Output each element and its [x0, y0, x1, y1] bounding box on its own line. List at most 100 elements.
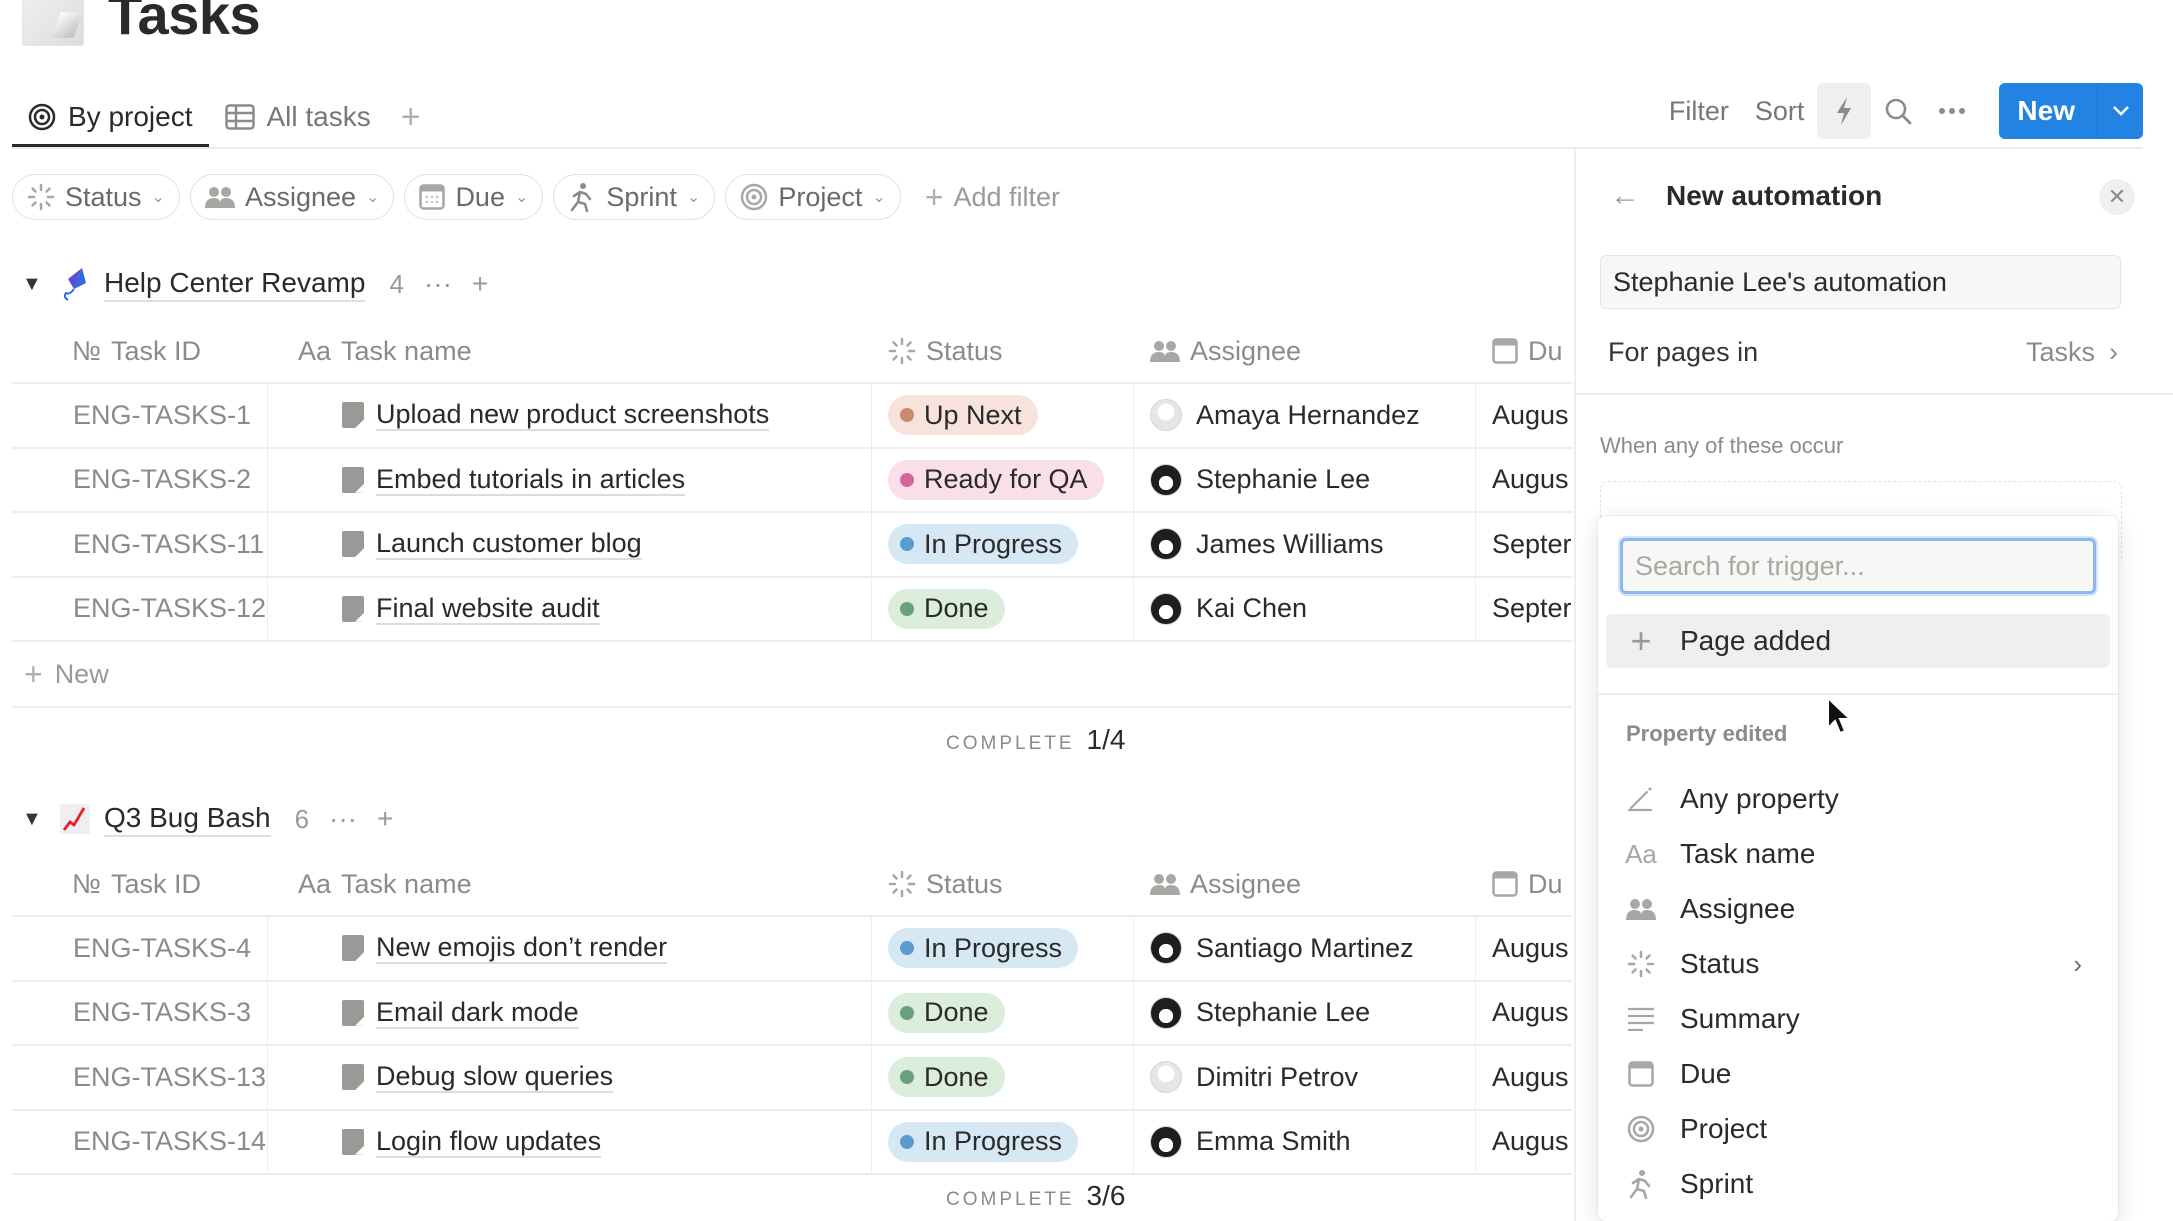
filter-chip-due[interactable]: Due ⌄ — [404, 174, 544, 220]
task-name-cell[interactable]: Final website audit — [268, 577, 872, 640]
filter-chip-project[interactable]: Project ⌄ — [725, 174, 901, 220]
assignee-cell[interactable]: Dimitri Petrov — [1134, 1046, 1476, 1109]
table-row[interactable]: ENG-TASKS-1 Upload new product screenshot… — [12, 384, 1572, 449]
task-name-cell[interactable]: Login flow updates — [268, 1110, 872, 1173]
task-name-link[interactable]: New emojis don’t render — [376, 932, 668, 965]
due-cell[interactable]: Augus — [1476, 384, 1572, 447]
task-name-link[interactable]: Email dark mode — [376, 997, 579, 1029]
sort-button[interactable]: Sort — [1742, 96, 1818, 127]
new-button-label[interactable]: New — [1999, 83, 2097, 139]
column-header-status[interactable]: Status — [872, 336, 1134, 367]
assignee-cell[interactable]: Stephanie Lee — [1134, 981, 1476, 1044]
due-cell[interactable]: Septer — [1476, 513, 1572, 576]
status-cell[interactable]: Done — [872, 577, 1134, 640]
add-filter-button[interactable]: + Add filter — [911, 179, 1060, 216]
assignee-cell[interactable]: Amaya Hernandez — [1134, 384, 1476, 447]
column-header-due[interactable]: Du — [1476, 869, 1572, 900]
menu-item-status[interactable]: Status › — [1606, 937, 2110, 991]
menu-item-summary[interactable]: Summary — [1606, 992, 2110, 1046]
due-cell[interactable]: Augus — [1476, 449, 1572, 512]
task-name-link[interactable]: Launch customer blog — [376, 528, 642, 561]
status-cell[interactable]: In Progress — [872, 917, 1134, 980]
task-name-cell[interactable]: Upload new product screenshots — [268, 384, 872, 447]
due-cell[interactable]: Augus — [1476, 982, 1572, 1045]
column-header-assignee[interactable]: Assignee — [1134, 869, 1476, 900]
task-name-cell[interactable]: Debug slow queries — [268, 1046, 872, 1109]
group-title[interactable]: Q3 Bug Bash — [104, 801, 271, 837]
filter-chip-assignee[interactable]: Assignee ⌄ — [189, 174, 395, 220]
column-header-task-name[interactable]: Aa Task name — [268, 869, 872, 900]
menu-item-any-property[interactable]: Any property — [1606, 772, 2110, 826]
table-row[interactable]: ENG-TASKS-12 Final website audit Done Kai C… — [12, 577, 1572, 642]
assignee-cell[interactable]: Stephanie Lee — [1134, 448, 1476, 511]
menu-item-project[interactable]: Project — [1606, 1102, 2110, 1156]
automation-button[interactable] — [1817, 83, 1872, 139]
status-cell[interactable]: Ready for QA — [872, 448, 1134, 511]
column-header-status[interactable]: Status — [872, 869, 1134, 900]
column-header-due[interactable]: Du — [1476, 336, 1572, 367]
collapse-toggle[interactable]: ▼ — [22, 808, 46, 831]
page-icon[interactable] — [22, 0, 84, 46]
table-row[interactable]: ENG-TASKS-14 Login flow updates In Progres… — [12, 1110, 1572, 1175]
for-pages-row[interactable]: For pages in Tasks › — [1608, 329, 2118, 375]
column-header-assignee[interactable]: Assignee — [1134, 336, 1476, 367]
automation-name-input[interactable] — [1600, 255, 2121, 309]
menu-item-sprint[interactable]: Sprint — [1606, 1157, 2110, 1211]
task-name-link[interactable]: Embed tutorials in articles — [376, 464, 686, 496]
table-row[interactable]: ENG-TASKS-3 Email dark mode Done Stephanie … — [12, 981, 1572, 1046]
search-button[interactable] — [1871, 83, 1925, 139]
task-name-link[interactable]: Debug slow queries — [376, 1061, 614, 1094]
task-name-link[interactable]: Upload new product screenshots — [376, 399, 770, 432]
menu-item-page-added[interactable]: + Page added — [1606, 614, 2110, 668]
status-dot — [900, 1005, 914, 1020]
table-row[interactable]: ENG-TASKS-11 Launch customer blog In Progr… — [12, 513, 1572, 578]
group-title[interactable]: Help Center Revamp — [104, 266, 366, 302]
tab-all-tasks[interactable]: All tasks — [209, 86, 387, 148]
new-dropdown-button[interactable] — [2097, 83, 2143, 139]
task-name-link[interactable]: Final website audit — [376, 593, 600, 625]
group-add-button[interactable]: + — [472, 268, 488, 300]
table-row[interactable]: ENG-TASKS-4 New emojis don’t render In Pro… — [12, 917, 1572, 982]
assignee-cell[interactable]: Santiago Martinez — [1134, 917, 1476, 980]
more-options-button[interactable] — [1925, 83, 1979, 139]
group-add-button[interactable]: + — [377, 803, 393, 835]
mouse-cursor-icon — [1827, 696, 1853, 735]
trigger-search-input[interactable] — [1620, 538, 2096, 594]
add-view-button[interactable]: + — [387, 98, 435, 137]
table-row[interactable]: ENG-TASKS-13 Debug slow queries Done Dimitr… — [12, 1046, 1572, 1111]
filter-chip-sprint[interactable]: Sprint ⌄ — [553, 174, 716, 220]
group-more-button[interactable]: ··· — [424, 268, 452, 300]
collapse-toggle[interactable]: ▼ — [22, 273, 46, 296]
status-cell[interactable]: Done — [872, 981, 1134, 1044]
menu-item-assignee[interactable]: Assignee — [1606, 882, 2110, 936]
filter-chip-status[interactable]: Status ⌄ — [12, 174, 180, 220]
close-button[interactable]: ✕ — [2099, 179, 2135, 215]
task-name-link[interactable]: Login flow updates — [376, 1126, 602, 1158]
status-cell[interactable]: Done — [872, 1046, 1134, 1109]
add-row-button[interactable]: + New — [24, 656, 109, 693]
task-name-cell[interactable]: New emojis don’t render — [268, 917, 872, 980]
due-cell[interactable]: Augus — [1476, 1111, 1572, 1174]
assignee-cell[interactable]: Emma Smith — [1134, 1110, 1476, 1173]
status-cell[interactable]: Up Next — [872, 384, 1134, 447]
assignee-cell[interactable]: Kai Chen — [1134, 577, 1476, 640]
menu-item-due[interactable]: Due — [1606, 1047, 2110, 1101]
column-header-task-name[interactable]: Aa Task name — [268, 336, 872, 367]
column-header-task-id[interactable]: № Task ID — [12, 336, 268, 367]
status-cell[interactable]: In Progress — [872, 513, 1134, 576]
column-header-task-id[interactable]: № Task ID — [12, 869, 268, 900]
status-cell[interactable]: In Progress — [872, 1110, 1134, 1173]
filter-button[interactable]: Filter — [1656, 96, 1742, 127]
due-cell[interactable]: Septer — [1476, 578, 1572, 641]
back-arrow-icon[interactable]: ← — [1610, 179, 1640, 213]
task-name-cell[interactable]: Embed tutorials in articles — [268, 448, 872, 511]
task-name-cell[interactable]: Email dark mode — [268, 981, 872, 1044]
assignee-cell[interactable]: James Williams — [1134, 513, 1476, 576]
task-name-cell[interactable]: Launch customer blog — [268, 513, 872, 576]
group-more-button[interactable]: ··· — [329, 803, 357, 835]
menu-item-task-name[interactable]: Aa Task name — [1606, 827, 2110, 881]
tab-by-project[interactable]: By project — [12, 86, 209, 148]
table-row[interactable]: ENG-TASKS-2 Embed tutorials in articles Re… — [12, 448, 1572, 513]
due-cell[interactable]: Augus — [1476, 1046, 1572, 1109]
due-cell[interactable]: Augus — [1476, 917, 1572, 980]
